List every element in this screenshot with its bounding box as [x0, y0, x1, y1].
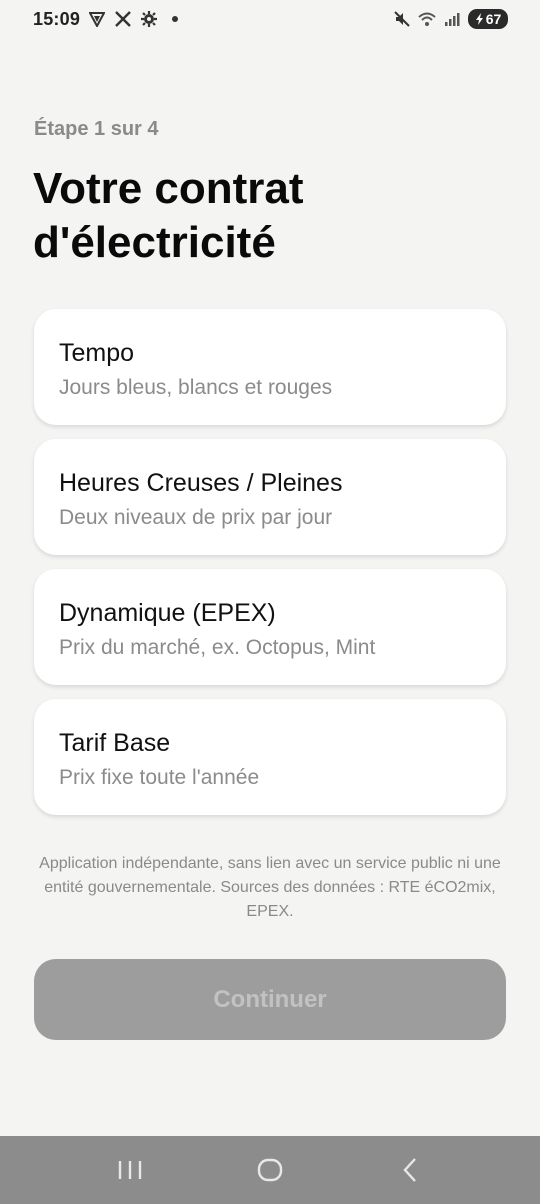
continue-button[interactable]: Continuer — [34, 959, 506, 1040]
option-heures-creuses[interactable]: Heures Creuses / Pleines Deux niveaux de… — [34, 439, 506, 555]
title-line-2: d'électricité — [33, 218, 276, 267]
step-indicator: Étape 1 sur 4 — [34, 118, 159, 140]
option-subtitle: Jours bleus, blancs et rouges — [59, 376, 333, 399]
option-title: Dynamique (EPEX) — [59, 599, 276, 627]
option-title: Heures Creuses / Pleines — [59, 469, 343, 497]
back-icon[interactable] — [390, 1150, 430, 1190]
system-nav-bar — [0, 1136, 540, 1204]
option-subtitle: Deux niveaux de prix par jour — [59, 506, 333, 529]
option-subtitle: Prix du marché, ex. Octopus, Mint — [59, 636, 376, 659]
status-time: 15:09 — [33, 8, 81, 29]
option-title: Tempo — [59, 339, 135, 367]
option-title: Tarif Base — [59, 729, 171, 757]
dot-icon — [166, 10, 184, 28]
option-subtitle: Prix fixe toute l'année — [59, 766, 260, 789]
signal-icon — [443, 10, 461, 28]
title-line-1: Votre contrat — [33, 164, 304, 213]
option-tempo[interactable]: Tempo Jours bleus, blancs et rouges — [34, 309, 506, 425]
gear-icon — [140, 10, 158, 28]
vpn-icon — [88, 10, 106, 28]
wifi-icon — [418, 10, 436, 28]
battery-level: 67 — [485, 11, 502, 27]
recents-icon[interactable] — [110, 1150, 150, 1190]
contract-options: Tempo Jours bleus, blancs et rouges Heur… — [34, 309, 506, 829]
page-title: Votre contrat d'électricité — [33, 162, 503, 270]
x-icon — [114, 10, 132, 28]
battery-icon: 67 — [468, 9, 508, 29]
mute-icon — [393, 10, 411, 28]
option-dynamique[interactable]: Dynamique (EPEX) Prix du marché, ex. Oct… — [34, 569, 506, 685]
home-icon[interactable] — [250, 1150, 290, 1190]
disclaimer-text: Application indépendante, sans lien avec… — [39, 855, 501, 920]
option-tarif-base[interactable]: Tarif Base Prix fixe toute l'année — [34, 699, 506, 815]
status-bar: 15:09 67 — [0, 0, 540, 38]
